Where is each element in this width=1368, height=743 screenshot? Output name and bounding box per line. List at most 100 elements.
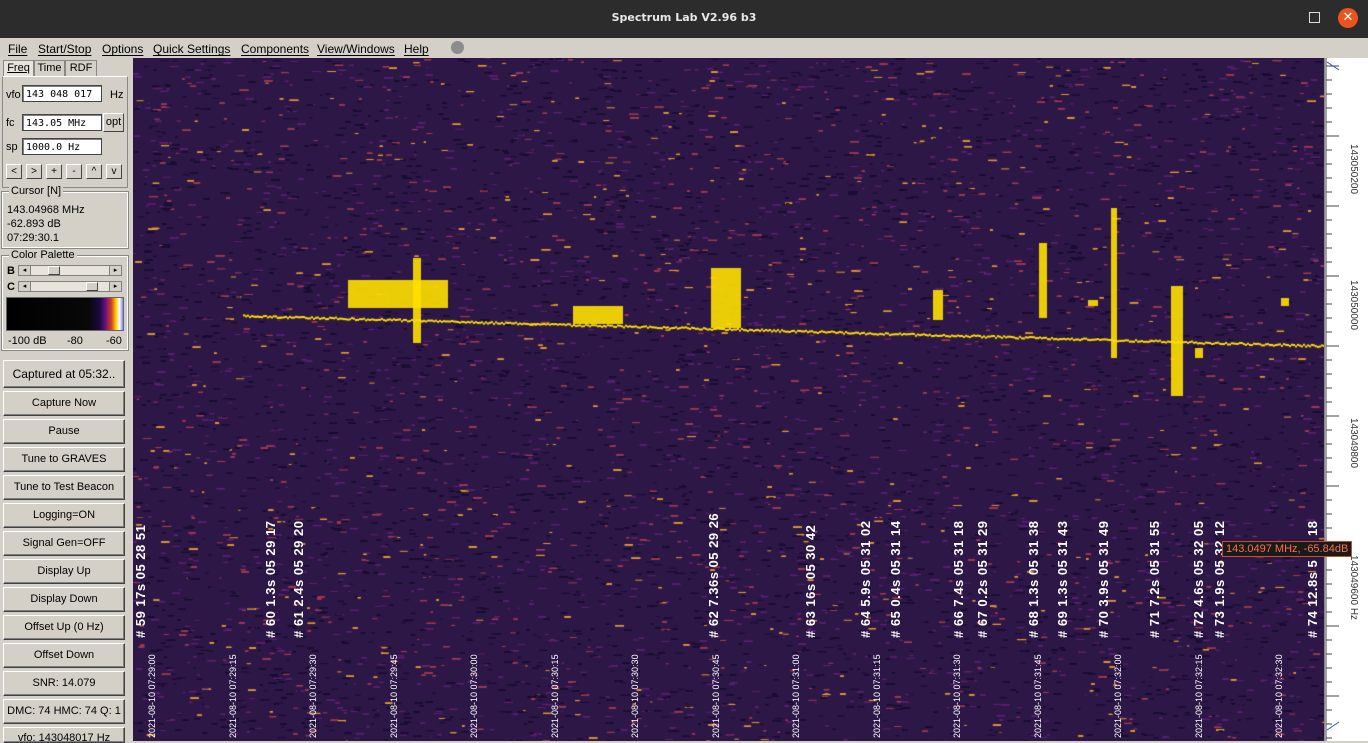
detection-label: # 62 7.36s 05 29 26 <box>706 512 721 638</box>
logging-button[interactable]: Logging=ON <box>3 503 125 528</box>
menu-help[interactable]: Help <box>404 42 429 56</box>
nav-down-button[interactable]: v <box>106 164 122 179</box>
palette-scale-max: -60 <box>106 335 122 347</box>
timestamp-label: 2021-08-10 07:29:00 <box>147 654 157 738</box>
cursor-time: 07:29:30.1 <box>7 232 59 244</box>
menu-bar: File Start/Stop Options Quick Settings C… <box>0 38 1368 58</box>
fc-field[interactable]: 143.05 MHz <box>22 114 102 131</box>
scroll-right-icon[interactable]: ▸ <box>109 282 121 291</box>
control-panel: Freq Time RDF vfo 143 048 017 Hz fc 143.… <box>0 58 130 743</box>
sp-label: sp <box>6 141 18 153</box>
offset-up-button[interactable]: Offset Up (0 Hz) <box>3 615 125 640</box>
brightness-slider[interactable]: ◂ ▸ <box>18 265 122 276</box>
nav-left-button[interactable]: < <box>6 164 22 179</box>
cursor-group: Cursor [N] 143.04968 MHz -62.893 dB 07:2… <box>1 185 129 249</box>
nav-right-button[interactable]: > <box>26 164 42 179</box>
scroll-left-icon[interactable]: ◂ <box>19 266 31 275</box>
contrast-slider[interactable]: ◂ ▸ <box>18 281 122 292</box>
frequency-scale: 143050200 143050000 143049800 143049600 … <box>1324 58 1368 741</box>
color-palette-bar <box>6 297 124 331</box>
captured-button[interactable]: Captured at 05:32.. <box>3 360 125 388</box>
nav-up-button[interactable]: ^ <box>86 164 102 179</box>
detection-label: # 71 7.2s 05 31 55 <box>1147 520 1162 638</box>
close-icon: ✕ <box>1342 10 1354 25</box>
offset-down-button[interactable]: Offset Down <box>3 643 125 668</box>
timestamp-label: 2021-08-10 07:30:00 <box>469 654 479 738</box>
sp-field[interactable]: 1000.0 Hz <box>22 138 102 155</box>
detection-label: # 66 7.4s 05 31 18 <box>951 520 966 638</box>
detection-label: # 68 1.3s 05 31 38 <box>1026 520 1041 638</box>
window-title: Spectrum Lab V2.96 b3 <box>611 11 757 24</box>
scale-label-4: 143049600 Hz <box>1348 555 1359 621</box>
color-palette-title: Color Palette <box>9 249 77 261</box>
display-down-button[interactable]: Display Down <box>3 587 125 612</box>
brightness-thumb[interactable] <box>47 266 60 275</box>
detection-label: # 64 5.9s 05 31 02 <box>858 520 873 638</box>
timestamp-label: 2021-08-10 07:30:30 <box>630 654 640 738</box>
detection-label: # 67 0.2s 05 31 29 <box>975 520 990 638</box>
waterfall-canvas[interactable] <box>133 58 1324 741</box>
timestamp-label: 2021-08-10 07:32:00 <box>1113 654 1123 738</box>
timestamp-label: 2021-08-10 07:29:30 <box>308 654 318 738</box>
timestamp-label: 2021-08-10 07:30:45 <box>710 654 721 738</box>
title-bar: Spectrum Lab V2.96 b3 ✕ <box>0 0 1368 38</box>
detection-label: # 59 17s 05 28 51 <box>133 524 148 638</box>
menu-start-stop[interactable]: Start/Stop <box>38 42 91 56</box>
snr-button[interactable]: SNR: 14.079 <box>3 671 125 696</box>
frequency-scale-ticks <box>1325 58 1340 741</box>
vfo-label: vfo <box>6 89 21 101</box>
close-button[interactable]: ✕ <box>1338 8 1358 28</box>
timestamp-label: 2021-08-10 07:31:00 <box>791 654 801 738</box>
dmc-button[interactable]: DMC: 74 HMC: 74 Q: 1 <box>3 699 125 724</box>
tune-graves-button[interactable]: Tune to GRAVES <box>3 447 125 472</box>
menu-options[interactable]: Options <box>102 42 143 56</box>
contrast-label: C <box>7 281 15 293</box>
fc-label: fc <box>6 117 15 129</box>
opt-button[interactable]: opt <box>103 113 124 132</box>
signal-gen-button[interactable]: Signal Gen=OFF <box>3 531 125 556</box>
vfo-status-button[interactable]: vfo: 143048017 Hz <box>3 727 125 743</box>
capture-now-button[interactable]: Capture Now <box>3 391 125 416</box>
scroll-left-icon[interactable]: ◂ <box>19 282 31 291</box>
status-indicator-icon <box>451 41 464 54</box>
vfo-field[interactable]: 143 048 017 <box>22 85 102 102</box>
timestamp-label: 2021-08-10 07:29:15 <box>227 654 238 738</box>
brightness-label: B <box>7 265 15 277</box>
vfo-unit: Hz <box>110 89 124 101</box>
timestamp-label: 2021-08-10 07:31:30 <box>952 654 962 738</box>
tab-rdf[interactable]: RDF <box>65 60 97 77</box>
timestamp-label: 2021-08-10 07:31:45 <box>1032 654 1043 738</box>
cursor-title: Cursor [N] <box>9 185 64 197</box>
scroll-right-icon[interactable]: ▸ <box>109 266 121 275</box>
detection-label: # 61 2.4s 05 29 20 <box>291 520 306 638</box>
menu-components[interactable]: Components <box>241 42 309 56</box>
timestamp-label: 2021-08-10 07:31:15 <box>871 654 882 738</box>
palette-scale-mid: -80 <box>67 335 83 347</box>
palette-scale-min: -100 dB <box>8 335 47 347</box>
nav-minus-button[interactable]: - <box>66 164 82 179</box>
timestamp-label: 2021-08-10 07:32:30 <box>1274 654 1284 738</box>
pause-button[interactable]: Pause <box>3 419 125 444</box>
detection-label: # 74 12.8s 5 32 18 <box>1305 520 1320 638</box>
tab-freq[interactable]: Freq <box>3 60 34 77</box>
menu-file[interactable]: File <box>8 42 27 56</box>
scale-label-3: 143049800 <box>1348 418 1359 469</box>
scale-label-2: 143050000 <box>1348 280 1359 331</box>
scale-label-1: 143050200 <box>1348 144 1359 195</box>
detection-label: # 65 0.4s 05 31 14 <box>888 520 903 638</box>
contrast-thumb[interactable] <box>86 282 98 291</box>
waterfall-display[interactable]: # 59 17s 05 28 51 # 60 1.3s 05 29 17 # 61 … <box>133 58 1324 741</box>
tune-test-beacon-button[interactable]: Tune to Test Beacon <box>3 475 125 500</box>
tab-time[interactable]: Time <box>34 60 65 77</box>
cursor-level: -62.893 dB <box>7 218 61 230</box>
timestamp-label: 2021-08-10 07:32:15 <box>1193 654 1204 738</box>
restore-icon[interactable] <box>1309 12 1320 23</box>
menu-quick-settings[interactable]: Quick Settings <box>153 42 230 56</box>
detection-label: # 70 3.9s 05 31 49 <box>1096 520 1111 638</box>
menu-view-windows[interactable]: View/Windows <box>317 42 395 56</box>
nav-plus-button[interactable]: + <box>46 164 62 179</box>
display-up-button[interactable]: Display Up <box>3 559 125 584</box>
detection-label: # 72 4.6s 05 32 05 <box>1191 520 1206 638</box>
detection-label: # 69 1.3s 05 31 43 <box>1055 520 1070 638</box>
timestamp-label: 2021-08-10 07:29:45 <box>388 654 399 738</box>
